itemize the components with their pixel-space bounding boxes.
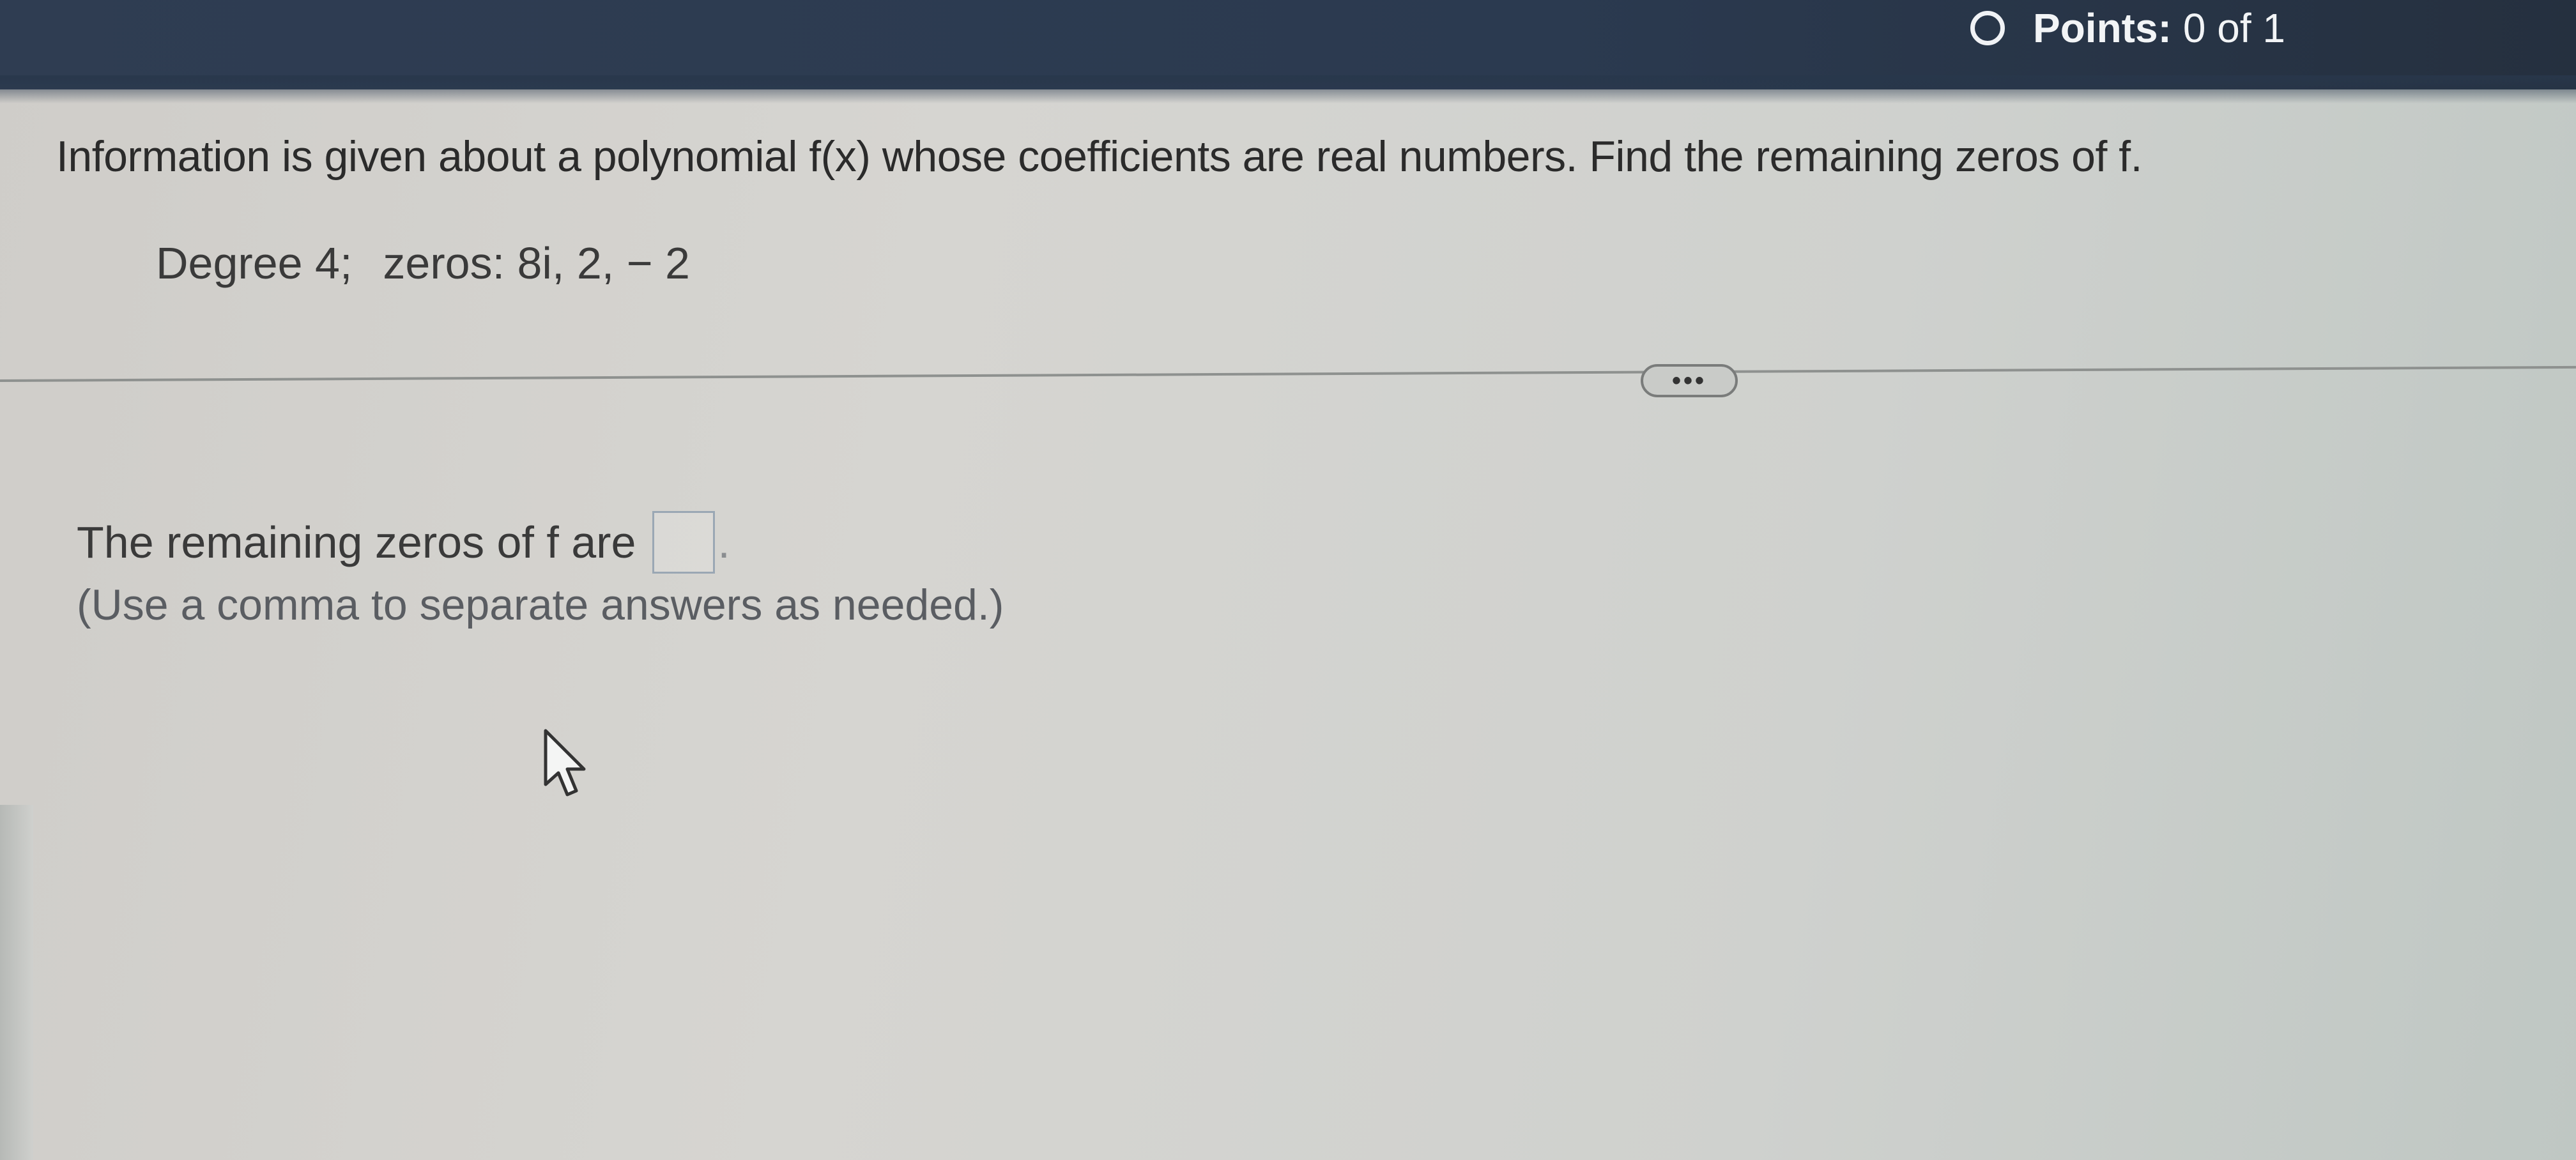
points-indicator: Points: 0 of 1 [1970, 5, 2285, 51]
mouse-pointer-icon [544, 729, 586, 797]
more-options-button[interactable]: ••• [1641, 364, 1738, 397]
answer-input[interactable] [652, 511, 716, 574]
points-value: 0 of 1 [2182, 5, 2285, 51]
question-panel: Information is given about a polynomial … [0, 89, 2576, 1160]
section-divider [0, 365, 2576, 382]
answer-label: The remaining zeros of f are [77, 517, 636, 567]
points-label: Points: [2033, 5, 2172, 51]
answer-hint: (Use a comma to separate answers as need… [77, 581, 1004, 629]
given-info: Degree 4; zeros: 8i, 2, − 2 [156, 238, 690, 289]
window-edge [0, 805, 33, 1160]
degree-text: Degree 4; [156, 238, 353, 288]
question-prompt: Information is given about a polynomial … [56, 132, 2143, 181]
answer-row: The remaining zeros of f are . [77, 511, 730, 574]
zeros-text: zeros: 8i, 2, − 2 [383, 238, 690, 288]
radio-empty-icon [1970, 11, 2005, 45]
answer-period: . [717, 517, 730, 567]
